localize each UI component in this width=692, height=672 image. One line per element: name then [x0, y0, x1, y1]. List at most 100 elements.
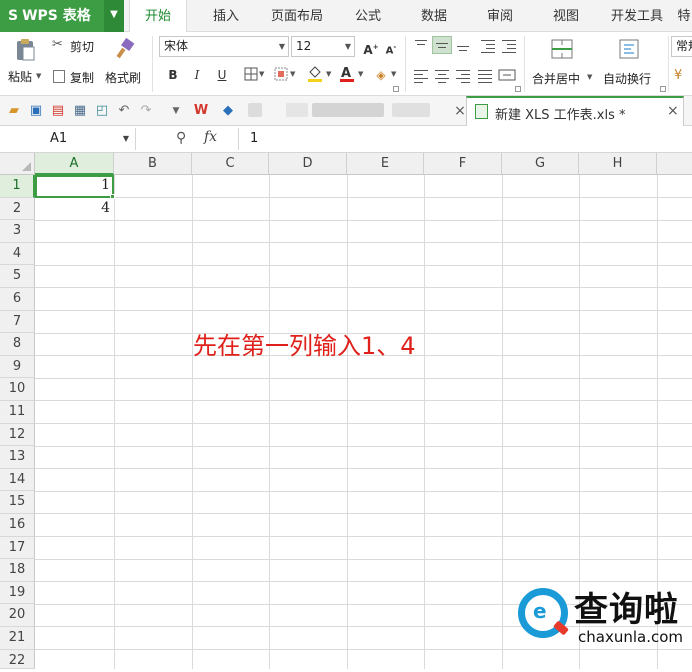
- row-header-2[interactable]: 2: [0, 197, 35, 221]
- column-header-g[interactable]: G: [502, 153, 579, 175]
- copy-icon[interactable]: [53, 70, 65, 83]
- format-painter-button[interactable]: 格式刷: [105, 69, 141, 86]
- column-header-c[interactable]: C: [192, 153, 269, 175]
- format-painter-icon[interactable]: [114, 37, 136, 60]
- insert-function-button[interactable]: fx: [204, 129, 217, 145]
- paste-button[interactable]: 粘贴: [8, 68, 32, 85]
- paste-icon[interactable]: [12, 38, 38, 62]
- redo-icon[interactable]: ↷: [138, 103, 154, 119]
- app-menu-dropdown-icon[interactable]: ▼: [104, 0, 124, 32]
- column-header-i[interactable]: [657, 153, 692, 175]
- increase-font-icon[interactable]: A+: [362, 38, 380, 57]
- chevron-down-icon[interactable]: ▼: [391, 70, 396, 78]
- row-header-22[interactable]: 22: [0, 649, 35, 669]
- row-header-11[interactable]: 11: [0, 401, 35, 424]
- row-header-13[interactable]: 13: [0, 446, 35, 469]
- italic-button[interactable]: I: [188, 66, 206, 84]
- tab-insert[interactable]: 插入: [200, 0, 252, 32]
- tab-review[interactable]: 审阅: [474, 0, 526, 32]
- row-header-1[interactable]: 1: [0, 175, 35, 198]
- chevron-down-icon[interactable]: ▼: [587, 73, 592, 81]
- copy-button[interactable]: 复制: [70, 69, 94, 86]
- wrap-text-icon[interactable]: [617, 38, 641, 60]
- open-folder-icon[interactable]: ▰: [6, 103, 22, 119]
- row-header-20[interactable]: 20: [0, 604, 35, 627]
- row-header-5[interactable]: 5: [0, 265, 35, 288]
- fill-color-icon[interactable]: [306, 64, 324, 82]
- merge-cells-icon[interactable]: [272, 66, 290, 84]
- align-top-icon[interactable]: [411, 36, 431, 54]
- align-left-icon[interactable]: [411, 66, 431, 84]
- decrease-indent-icon[interactable]: [478, 36, 498, 54]
- tab-page-layout[interactable]: 页面布局: [262, 0, 332, 32]
- row-header-8[interactable]: 8: [0, 333, 35, 356]
- wps-docer-icon[interactable]: W: [193, 103, 209, 119]
- font-dialog-launcher-icon[interactable]: [393, 86, 399, 92]
- row-header-16[interactable]: 16: [0, 514, 35, 537]
- print-preview-icon[interactable]: ◰: [94, 103, 110, 119]
- row-header-21[interactable]: 21: [0, 627, 35, 650]
- document-tab[interactable]: 新建 XLS 工作表.xls * ×: [466, 96, 684, 126]
- app-menu-button[interactable]: S WPS 表格: [0, 0, 104, 32]
- row-header-4[interactable]: 4: [0, 242, 35, 266]
- column-header-h[interactable]: H: [579, 153, 657, 175]
- customize-toolbar-icon[interactable]: ▼: [168, 103, 184, 119]
- row-header-10[interactable]: 10: [0, 378, 35, 401]
- chevron-down-icon[interactable]: ▼: [358, 70, 363, 78]
- font-size-select[interactable]: 12 ▼: [291, 36, 355, 57]
- font-color-icon[interactable]: A: [338, 64, 356, 84]
- cell-a2[interactable]: 4: [38, 200, 110, 216]
- number-format-select[interactable]: 常规: [671, 36, 692, 57]
- currency-format-icon[interactable]: ¥: [674, 68, 682, 83]
- row-header-9[interactable]: 9: [0, 355, 35, 379]
- row-header-19[interactable]: 19: [0, 581, 35, 605]
- merge-center-icon[interactable]: [550, 38, 574, 60]
- cut-button[interactable]: 剪切: [70, 38, 94, 55]
- tab-view[interactable]: 视图: [540, 0, 592, 32]
- wrap-dialog-launcher-icon[interactable]: [660, 86, 666, 92]
- select-all-corner[interactable]: [0, 153, 35, 175]
- formula-input[interactable]: 1: [250, 131, 258, 146]
- tab-formulas[interactable]: 公式: [342, 0, 394, 32]
- align-bottom-icon[interactable]: [453, 36, 473, 54]
- alignment-dialog-launcher-icon[interactable]: [515, 86, 521, 92]
- tab-developer[interactable]: 开发工具: [604, 0, 670, 32]
- row-header-15[interactable]: 15: [0, 491, 35, 514]
- row-header-7[interactable]: 7: [0, 310, 35, 334]
- tab-home[interactable]: 开始: [129, 0, 187, 33]
- row-header-14[interactable]: 14: [0, 468, 35, 492]
- cloud-cube-icon[interactable]: ◆: [220, 103, 236, 119]
- row-header-17[interactable]: 17: [0, 536, 35, 560]
- row-header-3[interactable]: 3: [0, 220, 35, 243]
- font-name-select[interactable]: 宋体 ▼: [159, 36, 289, 57]
- save-icon[interactable]: ▣: [28, 103, 44, 119]
- column-header-d[interactable]: D: [269, 153, 347, 175]
- align-middle-icon[interactable]: [432, 36, 452, 54]
- row-header-6[interactable]: 6: [0, 288, 35, 311]
- row-header-12[interactable]: 12: [0, 423, 35, 447]
- close-document-icon[interactable]: ×: [667, 103, 679, 119]
- paste-dropdown-icon[interactable]: ▼: [36, 72, 41, 80]
- row-header-18[interactable]: 18: [0, 559, 35, 582]
- chevron-down-icon[interactable]: ▼: [326, 70, 331, 78]
- column-header-a[interactable]: A: [35, 153, 114, 175]
- export-pdf-icon[interactable]: ▤: [50, 103, 66, 119]
- scissors-icon[interactable]: ✂: [52, 37, 63, 52]
- clear-format-icon[interactable]: ◈: [372, 66, 390, 84]
- align-center-icon[interactable]: [432, 66, 452, 84]
- tab-data[interactable]: 数据: [408, 0, 460, 32]
- column-header-e[interactable]: E: [347, 153, 424, 175]
- print-icon[interactable]: ▦: [72, 103, 88, 119]
- merge-center-button[interactable]: 合并居中: [532, 70, 580, 87]
- border-icon[interactable]: [242, 66, 260, 84]
- decrease-font-icon[interactable]: A-: [382, 38, 400, 56]
- zoom-lookup-icon[interactable]: ⚲: [176, 130, 186, 146]
- distributed-align-icon[interactable]: [497, 66, 517, 84]
- undo-icon[interactable]: ↶: [116, 103, 132, 119]
- tab-special[interactable]: 特: [676, 0, 692, 32]
- column-header-b[interactable]: B: [114, 153, 192, 175]
- underline-button[interactable]: U: [213, 66, 231, 84]
- increase-indent-icon[interactable]: [499, 36, 519, 54]
- justify-icon[interactable]: [475, 66, 495, 84]
- wrap-text-button[interactable]: 自动换行: [603, 70, 651, 87]
